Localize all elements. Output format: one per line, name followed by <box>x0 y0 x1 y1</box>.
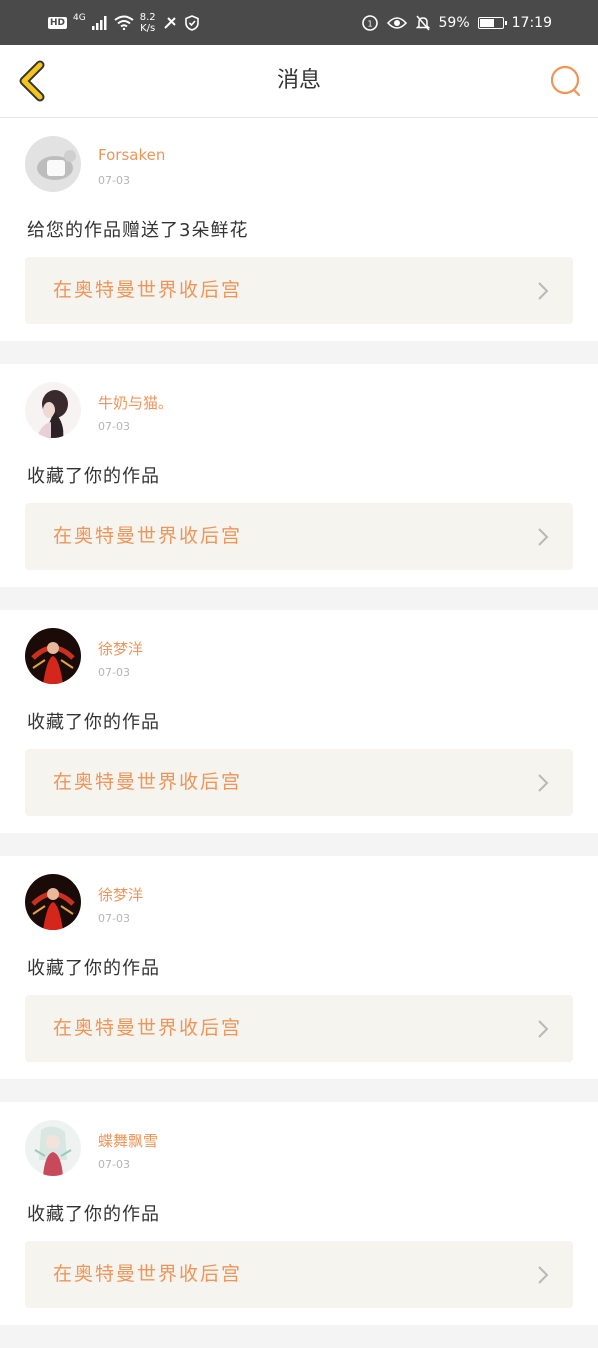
mute-bell-icon <box>415 15 430 30</box>
avatar[interactable] <box>25 136 81 192</box>
message-date: 07-03 <box>98 174 130 187</box>
avatar[interactable] <box>25 874 81 930</box>
work-title: 在奥特曼世界收后宫 <box>53 279 243 301</box>
page-title: 消息 <box>276 68 321 93</box>
chevron-right-icon <box>538 1020 549 1038</box>
data-saver-icon: 1 <box>361 14 378 31</box>
username[interactable]: 蝶舞飘雪 <box>98 1130 158 1151</box>
message-text: 收藏了你的作品 <box>27 1204 160 1225</box>
message-date: 07-03 <box>98 666 130 679</box>
chevron-right-icon <box>538 774 549 792</box>
avatar[interactable] <box>25 382 81 438</box>
work-title: 在奥特曼世界收后宫 <box>53 525 243 547</box>
work-link[interactable]: 在奥特曼世界收后宫 <box>25 257 573 324</box>
username[interactable]: 牛奶与猫。 <box>98 392 173 413</box>
username[interactable]: 徐梦洋 <box>98 884 143 905</box>
message-item: 牛奶与猫。 07-03 收藏了你的作品 在奥特曼世界收后宫 <box>0 364 598 587</box>
clock: 17:19 <box>511 14 552 31</box>
network-type: 4G <box>73 12 86 23</box>
message-item: Forsaken 07-03 给您的作品赠送了3朵鲜花 在奥特曼世界收后宫 <box>0 118 598 341</box>
signal-icon <box>91 15 107 30</box>
battery-icon <box>477 16 507 29</box>
shield-icon <box>184 14 199 31</box>
message-date: 07-03 <box>98 420 130 433</box>
message-item: 徐梦洋 07-03 收藏了你的作品 在奥特曼世界收后宫 <box>0 610 598 833</box>
status-bar: HD 4G 8.2 K/s 1 59% 17:19 <box>0 0 598 45</box>
message-date: 07-03 <box>98 912 130 925</box>
search-icon <box>550 65 581 97</box>
chevron-right-icon <box>538 282 549 300</box>
work-link[interactable]: 在奥特曼世界收后宫 <box>25 1241 573 1308</box>
svg-text:1: 1 <box>367 19 372 28</box>
chevron-right-icon <box>538 528 549 546</box>
message-text: 收藏了你的作品 <box>27 958 160 979</box>
search-button[interactable] <box>548 63 584 99</box>
work-link[interactable]: 在奥特曼世界收后宫 <box>25 749 573 816</box>
message-text: 收藏了你的作品 <box>27 712 160 733</box>
avatar[interactable] <box>25 628 81 684</box>
message-list: Forsaken 07-03 给您的作品赠送了3朵鲜花 在奥特曼世界收后宫 牛奶… <box>0 118 598 1348</box>
message-text: 给您的作品赠送了3朵鲜花 <box>27 220 249 241</box>
eye-icon <box>386 16 407 29</box>
chevron-right-icon <box>538 1266 549 1284</box>
message-item: 徐梦洋 07-03 收藏了你的作品 在奥特曼世界收后宫 <box>0 856 598 1079</box>
no-sim-icon <box>163 16 176 29</box>
message-date: 07-03 <box>98 1158 130 1171</box>
message-text: 收藏了你的作品 <box>27 466 160 487</box>
work-link[interactable]: 在奥特曼世界收后宫 <box>25 995 573 1062</box>
hd-icon: HD <box>48 16 68 29</box>
message-item: 蝶舞飘雪 07-03 收藏了你的作品 在奥特曼世界收后宫 <box>0 1102 598 1325</box>
battery-percent: 59% <box>438 14 470 31</box>
username[interactable]: 徐梦洋 <box>98 638 143 659</box>
work-link[interactable]: 在奥特曼世界收后宫 <box>25 503 573 570</box>
work-title: 在奥特曼世界收后宫 <box>53 771 243 793</box>
avatar[interactable] <box>25 1120 81 1176</box>
work-title: 在奥特曼世界收后宫 <box>53 1017 243 1039</box>
wifi-icon <box>114 15 134 30</box>
network-speed: 8.2 K/s <box>139 11 156 34</box>
nav-bar: 消息 <box>0 45 598 118</box>
username[interactable]: Forsaken <box>98 146 165 164</box>
work-title: 在奥特曼世界收后宫 <box>53 1263 243 1285</box>
